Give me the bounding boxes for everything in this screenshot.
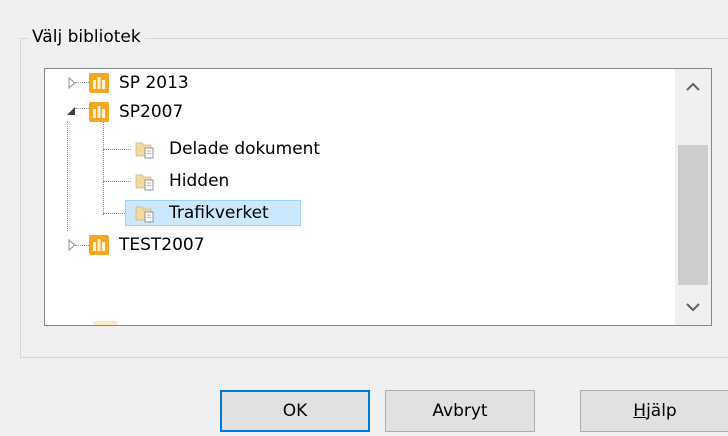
tree-node-delade-dokument[interactable]: Delade dokument xyxy=(45,136,665,162)
tree-node-trafikverket[interactable]: Trafikverket xyxy=(45,200,665,226)
site-collection-icon xyxy=(89,73,109,93)
tree-node-label: Trafikverket xyxy=(169,203,269,223)
document-library-icon xyxy=(135,142,154,159)
help-label: jälp xyxy=(646,401,677,421)
ok-button[interactable]: OK xyxy=(220,390,370,432)
document-library-icon xyxy=(135,206,154,223)
expanded-arrow-icon[interactable] xyxy=(66,106,76,118)
help-button[interactable]: Hjälp xyxy=(580,390,728,432)
site-collection-icon xyxy=(89,102,109,122)
document-library-icon xyxy=(135,174,154,191)
scroll-up-icon[interactable] xyxy=(675,69,711,105)
scrollbar-thumb[interactable] xyxy=(678,145,708,285)
library-tree[interactable]: SP 2013 SP2007 Delade dokument Hidden Tr… xyxy=(44,68,712,326)
tree-node-hidden[interactable]: Hidden xyxy=(45,168,665,194)
tree-node-label: Hidden xyxy=(169,171,230,191)
help-mnemonic: H xyxy=(633,401,647,421)
collapsed-arrow-icon[interactable] xyxy=(67,239,77,251)
tree-node-sp-2013[interactable]: SP 2013 xyxy=(45,70,665,96)
tree-node-label: SP 2013 xyxy=(119,73,189,93)
tree-node-sp2007[interactable]: SP2007 xyxy=(45,99,665,125)
tree-node-label: SP2007 xyxy=(119,102,184,122)
choose-library-dialog: Välj bibliotek SP 2013 SP2007 Delade dok… xyxy=(0,0,728,436)
tree-node-label: Delade dokument xyxy=(169,139,321,159)
cancel-button[interactable]: Avbryt xyxy=(385,390,535,432)
site-collection-icon xyxy=(89,235,109,255)
collapsed-arrow-icon[interactable] xyxy=(67,77,77,89)
tree-node-test2007[interactable]: TEST2007 xyxy=(45,232,665,258)
tree-content: SP 2013 SP2007 Delade dokument Hidden Tr… xyxy=(45,69,675,325)
groupbox-title: Välj bibliotek xyxy=(28,26,145,48)
partial-tree-item xyxy=(93,321,117,325)
vertical-scrollbar[interactable] xyxy=(675,69,711,325)
scroll-down-icon[interactable] xyxy=(675,289,711,325)
tree-node-label: TEST2007 xyxy=(119,235,205,255)
